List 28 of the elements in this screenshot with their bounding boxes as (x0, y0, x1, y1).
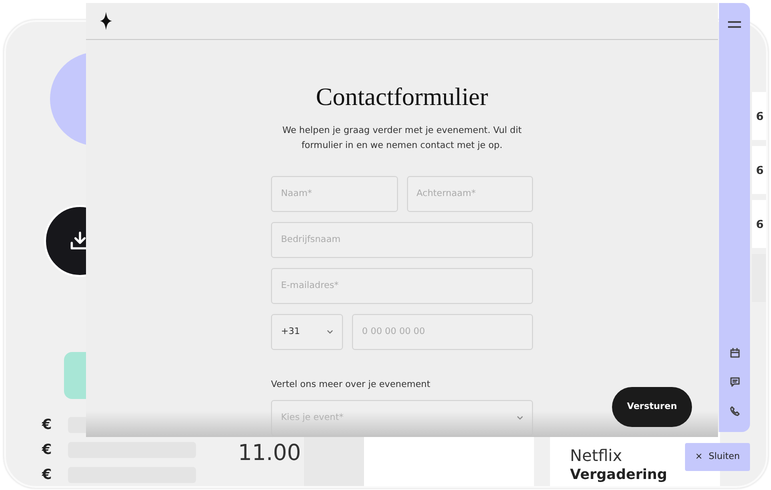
chevron-icon (517, 416, 523, 420)
submit-button[interactable]: Versturen (612, 387, 692, 427)
event-label: Vertel ons meer over je evenement (271, 380, 432, 390)
table-cell: 6 (752, 146, 766, 194)
input-field[interactable]: 0 00 00 00 00 (352, 314, 533, 350)
currency-sign: € (42, 442, 53, 458)
chat-icon[interactable] (730, 377, 740, 387)
input-field[interactable]: Bedrijfsnaam (271, 222, 533, 258)
menu-icon[interactable] (728, 21, 741, 28)
input-field[interactable]: Achternaam* (406, 176, 533, 212)
event-select[interactable]: Kies je event* (271, 400, 533, 436)
currency-sign: € (42, 417, 53, 433)
input-field[interactable]: E-mailadres* (271, 268, 533, 304)
event-subtitle: Vergadering (570, 467, 668, 483)
sparkle-logo-icon (100, 12, 112, 30)
currency-sign: € (42, 467, 53, 483)
event-title: Netflix (570, 446, 622, 465)
country-code-select[interactable]: +31 (271, 314, 343, 350)
close-button[interactable]: × Sluiten (685, 443, 750, 471)
time-label: 11.00 (238, 441, 301, 466)
intro-text: We helpen je graag verder met je evenement. Vul dit formulier in en we nemen contact met je op. (282, 125, 522, 153)
calendar-icon[interactable] (730, 348, 740, 358)
phone-icon[interactable] (730, 406, 740, 416)
form-title: Contactformulier (316, 84, 488, 112)
table-cell: 6 (752, 200, 766, 248)
chevron-icon (327, 330, 333, 334)
input-field[interactable]: Naam* (271, 176, 398, 212)
table-cell: 6 (752, 92, 766, 140)
